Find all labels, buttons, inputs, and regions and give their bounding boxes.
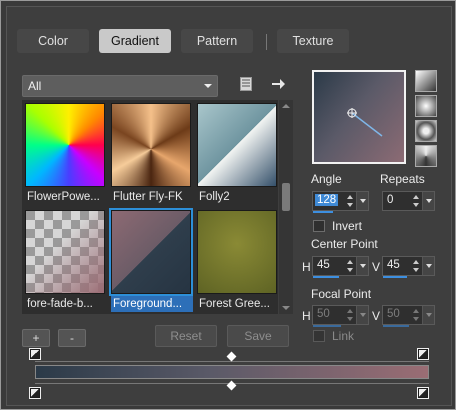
swatch-thumbnail	[25, 103, 105, 187]
chevron-down-icon[interactable]	[422, 257, 434, 275]
chevron-down-icon	[204, 84, 212, 88]
angle-label: Angle	[311, 172, 342, 186]
swatch-flowerpower[interactable]: FlowerPowe...	[25, 103, 105, 203]
swatch-thumbnail	[25, 210, 105, 294]
chevron-down-icon[interactable]	[356, 257, 368, 275]
swatch-thumbnail	[111, 103, 191, 187]
tab-color[interactable]: Color	[17, 29, 89, 53]
tab-gradient[interactable]: Gradient	[99, 29, 171, 53]
center-h-stepper[interactable]	[345, 257, 355, 275]
document-icon[interactable]	[240, 77, 252, 91]
save-button[interactable]: Save	[227, 325, 289, 347]
add-stop-button[interactable]: +	[22, 329, 50, 347]
swatch-thumbnail	[197, 103, 277, 187]
focal-v-stepper[interactable]	[411, 306, 421, 324]
center-v-stepper[interactable]	[411, 257, 421, 275]
center-v-slider[interactable]	[383, 276, 407, 278]
center-h-slider[interactable]	[313, 276, 339, 278]
remove-stop-button[interactable]: -	[58, 329, 86, 347]
swatch-foreground[interactable]: Foreground...	[109, 208, 193, 312]
midpoint-marker-top[interactable]	[226, 351, 237, 362]
link-label: Link	[332, 329, 355, 343]
angle-input[interactable]: 128	[312, 191, 369, 213]
focal-h-input[interactable]: 50	[312, 305, 369, 327]
opacity-stop-start[interactable]	[29, 387, 41, 399]
focal-h-label: H	[302, 309, 311, 323]
sunburst-style-icon[interactable]	[415, 145, 437, 167]
chevron-down-icon[interactable]	[356, 192, 368, 210]
repeats-label: Repeats	[380, 172, 425, 186]
color-stop-end-top[interactable]	[417, 348, 429, 360]
scroll-up-icon[interactable]	[282, 104, 290, 108]
angle-stepper[interactable]	[345, 192, 355, 210]
radial-style-icon[interactable]	[415, 95, 437, 117]
center-h-input[interactable]: 45	[312, 256, 369, 278]
focal-v-slider[interactable]	[383, 325, 409, 327]
chevron-down-icon[interactable]	[422, 192, 434, 210]
swatch-forest-green[interactable]: Forest Gree...	[197, 210, 277, 310]
opacity-stop-end[interactable]	[417, 387, 429, 399]
focal-h-stepper[interactable]	[345, 306, 355, 324]
swatch-label: fore-fade-b...	[27, 298, 93, 310]
rectangular-style-icon[interactable]	[415, 120, 437, 142]
angle-slider[interactable]	[313, 211, 333, 213]
tab-texture[interactable]: Texture	[277, 29, 349, 53]
category-dropdown[interactable]: All	[22, 75, 218, 97]
center-v-label: V	[372, 260, 381, 274]
swatch-fore-fade[interactable]: fore-fade-b...	[25, 210, 105, 310]
swatch-thumbnail	[109, 208, 193, 296]
focal-point-label: Focal Point	[311, 287, 372, 301]
center-h-label: H	[302, 260, 311, 274]
reset-button[interactable]: Reset	[155, 325, 217, 347]
focal-v-input[interactable]: 50	[382, 305, 435, 327]
repeats-stepper[interactable]	[411, 192, 421, 210]
swatch-scrollbar[interactable]	[279, 100, 293, 314]
swatch-label: Flutter Fly-FK	[113, 191, 183, 203]
scroll-thumb[interactable]	[282, 183, 290, 211]
editor-divider-top	[35, 361, 429, 362]
center-point-label: Center Point	[311, 237, 378, 251]
tab-bar: Color Gradient Pattern Texture	[12, 7, 448, 57]
gradient-swatch-list: FlowerPowe... Flutter Fly-FK Folly2 fore…	[22, 100, 278, 314]
swatch-label: Folly2	[199, 191, 230, 203]
angle-handle-icon[interactable]	[314, 72, 404, 162]
center-v-input[interactable]: 45	[382, 256, 435, 278]
invert-checkbox[interactable]	[313, 220, 325, 232]
gradient-preview[interactable]	[312, 70, 406, 164]
swatch-flutter-fly[interactable]: Flutter Fly-FK	[111, 103, 191, 203]
swatch-folly2[interactable]: Folly2	[197, 103, 277, 203]
swatch-thumbnail	[197, 210, 277, 294]
category-value: All	[28, 79, 42, 93]
swatch-label: FlowerPowe...	[27, 191, 100, 203]
gradient-dialog: Color Gradient Pattern Texture All Flowe…	[0, 0, 456, 410]
swatch-label: Forest Gree...	[199, 298, 270, 310]
scroll-down-icon[interactable]	[282, 306, 290, 310]
repeats-input[interactable]: 0	[382, 191, 435, 211]
linear-style-icon[interactable]	[415, 70, 437, 92]
gradient-editor-bar[interactable]	[35, 365, 429, 379]
chevron-down-icon[interactable]	[356, 306, 368, 324]
focal-h-slider[interactable]	[313, 325, 341, 327]
material-panel: Color Gradient Pattern Texture All Flowe…	[6, 6, 452, 406]
right-arrow-icon[interactable]	[270, 76, 286, 92]
tab-pattern[interactable]: Pattern	[181, 29, 253, 53]
invert-label: Invert	[332, 219, 363, 233]
swatch-label: Foreground...	[111, 296, 193, 312]
focal-v-label: V	[372, 309, 381, 323]
chevron-down-icon[interactable]	[422, 306, 434, 324]
color-stop-start-top[interactable]	[29, 348, 41, 360]
tab-separator	[266, 34, 267, 50]
link-checkbox[interactable]	[313, 330, 325, 342]
